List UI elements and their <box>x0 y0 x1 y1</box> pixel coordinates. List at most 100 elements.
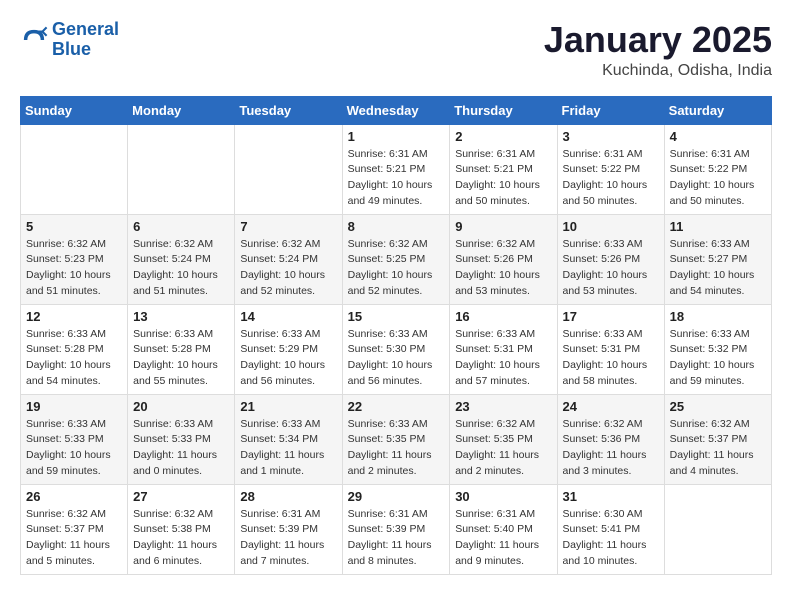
calendar-cell <box>235 124 342 214</box>
day-info: Sunrise: 6:33 AMSunset: 5:31 PMDaylight:… <box>563 327 659 390</box>
calendar-cell: 29 Sunrise: 6:31 AMSunset: 5:39 PMDayligh… <box>342 484 450 574</box>
day-number: 8 <box>348 219 445 234</box>
day-info: Sunrise: 6:33 AMSunset: 5:29 PMDaylight:… <box>240 327 336 390</box>
day-number: 31 <box>563 489 659 504</box>
calendar-cell: 20 Sunrise: 6:33 AMSunset: 5:33 PMDayligh… <box>128 394 235 484</box>
day-number: 5 <box>26 219 122 234</box>
calendar-cell: 23 Sunrise: 6:32 AMSunset: 5:35 PMDayligh… <box>450 394 557 484</box>
calendar-cell: 11Sunrise: 6:33 AMSunset: 5:27 PMDayligh… <box>664 214 771 304</box>
day-number: 21 <box>240 399 336 414</box>
day-number: 16 <box>455 309 551 324</box>
calendar-cell: 2 Sunrise: 6:31 AMSunset: 5:21 PMDaylight… <box>450 124 557 214</box>
calendar-cell: 19Sunrise: 6:33 AMSunset: 5:33 PMDayligh… <box>21 394 128 484</box>
day-info: Sunrise: 6:32 AMSunset: 5:26 PMDaylight:… <box>455 237 551 300</box>
weekday-header-wednesday: Wednesday <box>342 96 450 124</box>
calendar-cell: 4 Sunrise: 6:31 AMSunset: 5:22 PMDaylight… <box>664 124 771 214</box>
day-info: Sunrise: 6:33 AMSunset: 5:33 PMDaylight:… <box>26 417 122 480</box>
calendar-cell: 25 Sunrise: 6:32 AMSunset: 5:37 PMDayligh… <box>664 394 771 484</box>
calendar-body: 1 Sunrise: 6:31 AMSunset: 5:21 PMDaylight… <box>21 124 772 574</box>
calendar-week-4: 19Sunrise: 6:33 AMSunset: 5:33 PMDayligh… <box>21 394 772 484</box>
day-number: 2 <box>455 129 551 144</box>
day-number: 29 <box>348 489 445 504</box>
calendar-cell: 15Sunrise: 6:33 AMSunset: 5:30 PMDayligh… <box>342 304 450 394</box>
weekday-header-friday: Friday <box>557 96 664 124</box>
day-info: Sunrise: 6:31 AMSunset: 5:40 PMDaylight:… <box>455 507 551 570</box>
day-number: 28 <box>240 489 336 504</box>
day-info: Sunrise: 6:32 AMSunset: 5:24 PMDaylight:… <box>240 237 336 300</box>
day-number: 23 <box>455 399 551 414</box>
day-info: Sunrise: 6:31 AMSunset: 5:22 PMDaylight:… <box>670 147 766 210</box>
calendar-cell: 1 Sunrise: 6:31 AMSunset: 5:21 PMDaylight… <box>342 124 450 214</box>
day-info: Sunrise: 6:32 AMSunset: 5:23 PMDaylight:… <box>26 237 122 300</box>
calendar-cell: 27Sunrise: 6:32 AMSunset: 5:38 PMDayligh… <box>128 484 235 574</box>
calendar-cell: 30Sunrise: 6:31 AMSunset: 5:40 PMDayligh… <box>450 484 557 574</box>
calendar-cell: 14Sunrise: 6:33 AMSunset: 5:29 PMDayligh… <box>235 304 342 394</box>
calendar-cell: 10 Sunrise: 6:33 AMSunset: 5:26 PMDayligh… <box>557 214 664 304</box>
logo-line1: General <box>52 19 119 39</box>
calendar-cell: 28Sunrise: 6:31 AMSunset: 5:39 PMDayligh… <box>235 484 342 574</box>
day-info: Sunrise: 6:33 AMSunset: 5:26 PMDaylight:… <box>563 237 659 300</box>
day-info: Sunrise: 6:33 AMSunset: 5:28 PMDaylight:… <box>26 327 122 390</box>
day-info: Sunrise: 6:31 AMSunset: 5:22 PMDaylight:… <box>563 147 659 210</box>
day-number: 12 <box>26 309 122 324</box>
day-info: Sunrise: 6:31 AMSunset: 5:39 PMDaylight:… <box>348 507 445 570</box>
calendar-table: SundayMondayTuesdayWednesdayThursdayFrid… <box>20 96 772 575</box>
weekday-header-saturday: Saturday <box>664 96 771 124</box>
weekday-header-row: SundayMondayTuesdayWednesdayThursdayFrid… <box>21 96 772 124</box>
day-number: 24 <box>563 399 659 414</box>
day-info: Sunrise: 6:33 AMSunset: 5:35 PMDaylight:… <box>348 417 445 480</box>
day-info: Sunrise: 6:31 AMSunset: 5:21 PMDaylight:… <box>348 147 445 210</box>
day-number: 13 <box>133 309 229 324</box>
day-info: Sunrise: 6:32 AMSunset: 5:25 PMDaylight:… <box>348 237 445 300</box>
calendar-cell: 22Sunrise: 6:33 AMSunset: 5:35 PMDayligh… <box>342 394 450 484</box>
logo-line2: Blue <box>52 39 91 59</box>
day-number: 27 <box>133 489 229 504</box>
calendar-cell: 17Sunrise: 6:33 AMSunset: 5:31 PMDayligh… <box>557 304 664 394</box>
calendar-cell: 6Sunrise: 6:32 AMSunset: 5:24 PMDaylight… <box>128 214 235 304</box>
day-number: 18 <box>670 309 766 324</box>
day-number: 20 <box>133 399 229 414</box>
day-info: Sunrise: 6:32 AMSunset: 5:24 PMDaylight:… <box>133 237 229 300</box>
day-info: Sunrise: 6:33 AMSunset: 5:31 PMDaylight:… <box>455 327 551 390</box>
calendar-cell: 16 Sunrise: 6:33 AMSunset: 5:31 PMDayligh… <box>450 304 557 394</box>
day-info: Sunrise: 6:32 AMSunset: 5:37 PMDaylight:… <box>26 507 122 570</box>
day-info: Sunrise: 6:33 AMSunset: 5:33 PMDaylight:… <box>133 417 229 480</box>
calendar-cell: 9 Sunrise: 6:32 AMSunset: 5:26 PMDaylight… <box>450 214 557 304</box>
calendar-cell <box>664 484 771 574</box>
weekday-header-sunday: Sunday <box>21 96 128 124</box>
calendar-cell: 3Sunrise: 6:31 AMSunset: 5:22 PMDaylight… <box>557 124 664 214</box>
calendar-cell: 13 Sunrise: 6:33 AMSunset: 5:28 PMDayligh… <box>128 304 235 394</box>
day-number: 25 <box>670 399 766 414</box>
calendar-week-5: 26 Sunrise: 6:32 AMSunset: 5:37 PMDayligh… <box>21 484 772 574</box>
day-info: Sunrise: 6:30 AMSunset: 5:41 PMDaylight:… <box>563 507 659 570</box>
day-info: Sunrise: 6:31 AMSunset: 5:21 PMDaylight:… <box>455 147 551 210</box>
day-number: 4 <box>670 129 766 144</box>
day-info: Sunrise: 6:33 AMSunset: 5:28 PMDaylight:… <box>133 327 229 390</box>
logo-text: General Blue <box>52 20 119 60</box>
logo: General Blue <box>20 20 119 60</box>
day-info: Sunrise: 6:32 AMSunset: 5:36 PMDaylight:… <box>563 417 659 480</box>
day-number: 9 <box>455 219 551 234</box>
location-subtitle: Kuchinda, Odisha, India <box>544 62 772 80</box>
day-info: Sunrise: 6:32 AMSunset: 5:37 PMDaylight:… <box>670 417 766 480</box>
day-number: 26 <box>26 489 122 504</box>
day-number: 1 <box>348 129 445 144</box>
calendar-cell: 31 Sunrise: 6:30 AMSunset: 5:41 PMDayligh… <box>557 484 664 574</box>
calendar-cell: 18Sunrise: 6:33 AMSunset: 5:32 PMDayligh… <box>664 304 771 394</box>
calendar-cell: 26 Sunrise: 6:32 AMSunset: 5:37 PMDayligh… <box>21 484 128 574</box>
month-title: January 2025 <box>544 20 772 60</box>
day-info: Sunrise: 6:32 AMSunset: 5:35 PMDaylight:… <box>455 417 551 480</box>
calendar-cell <box>128 124 235 214</box>
day-info: Sunrise: 6:33 AMSunset: 5:30 PMDaylight:… <box>348 327 445 390</box>
logo-icon <box>20 26 48 54</box>
day-info: Sunrise: 6:33 AMSunset: 5:34 PMDaylight:… <box>240 417 336 480</box>
calendar-cell: 21 Sunrise: 6:33 AMSunset: 5:34 PMDayligh… <box>235 394 342 484</box>
calendar-cell: 24 Sunrise: 6:32 AMSunset: 5:36 PMDayligh… <box>557 394 664 484</box>
calendar-cell: 7Sunrise: 6:32 AMSunset: 5:24 PMDaylight… <box>235 214 342 304</box>
page-header: General Blue January 2025 Kuchinda, Odis… <box>20 20 772 80</box>
calendar-cell: 12 Sunrise: 6:33 AMSunset: 5:28 PMDayligh… <box>21 304 128 394</box>
calendar-week-3: 12 Sunrise: 6:33 AMSunset: 5:28 PMDayligh… <box>21 304 772 394</box>
day-number: 10 <box>563 219 659 234</box>
weekday-header-monday: Monday <box>128 96 235 124</box>
calendar-week-2: 5 Sunrise: 6:32 AMSunset: 5:23 PMDaylight… <box>21 214 772 304</box>
